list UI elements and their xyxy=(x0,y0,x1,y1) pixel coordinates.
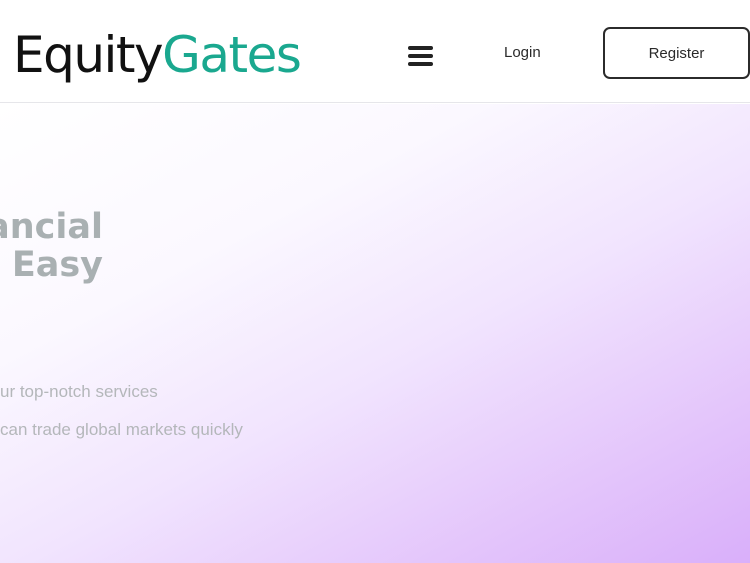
hero-headline: ancial Easy xyxy=(0,208,103,284)
menu-bar xyxy=(408,54,433,58)
site-logo[interactable]: EquityGates xyxy=(13,30,302,80)
login-link[interactable]: Login xyxy=(504,44,541,61)
menu-bar xyxy=(408,62,433,66)
hero-headline-line-1: ancial xyxy=(0,207,103,247)
hero-headline-line-2: Easy xyxy=(11,245,103,285)
hero-subtext-line-2: can trade global markets quickly xyxy=(0,420,243,439)
menu-bar xyxy=(408,46,433,50)
logo-text-equity: Equity xyxy=(13,26,164,84)
hamburger-menu-icon[interactable] xyxy=(406,43,436,69)
hero-subtext-line-1: ur top-notch services xyxy=(0,382,158,401)
logo-text-gates: Gates xyxy=(162,26,302,84)
site-header: EquityGates Login Register xyxy=(0,0,750,103)
register-button[interactable]: Register xyxy=(603,27,750,79)
hero-section: ancial Easy ur top-notch services can tr… xyxy=(0,104,750,563)
